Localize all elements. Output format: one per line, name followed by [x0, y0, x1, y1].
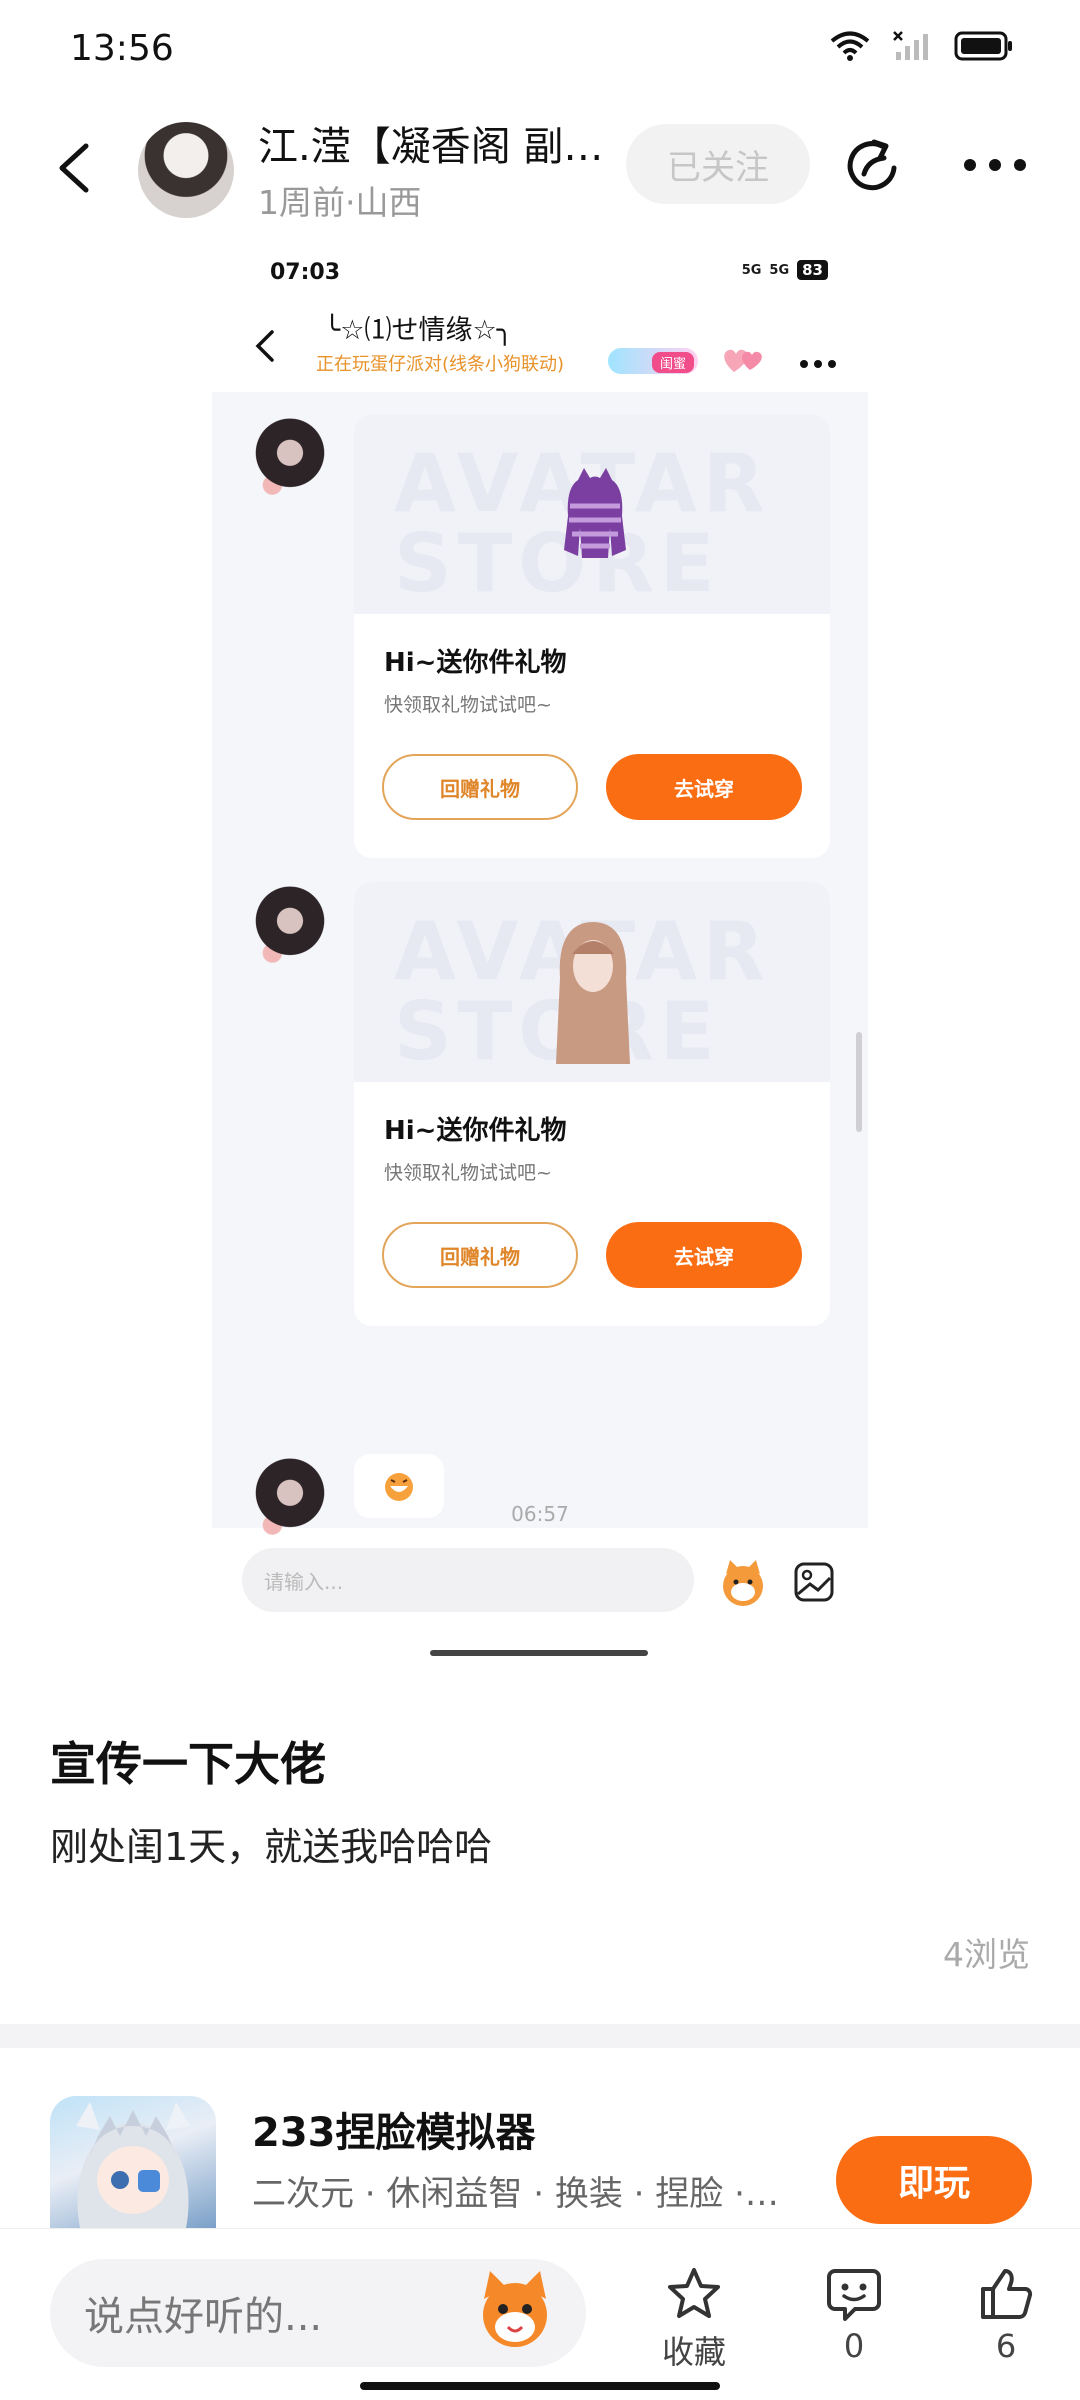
screenshot-back-icon [255, 330, 274, 362]
screenshot-signal-2: 5G [769, 262, 790, 278]
screenshot-message-input: 请输入... [242, 1548, 694, 1612]
comment-count: 0 [843, 2327, 865, 2365]
bottom-action-bar: 说点好听的... 收藏 0 6 [0, 2228, 1080, 2400]
wifi-icon [830, 31, 870, 61]
view-count: 4浏览 [943, 1935, 1030, 1974]
screenshot-relation-tag: 闺蜜 [652, 352, 695, 373]
game-name[interactable]: 233捏脸模拟器 [252, 2100, 536, 2158]
status-time: 13:56 [70, 28, 174, 69]
like-count: 6 [995, 2327, 1017, 2365]
screenshot-chat-title: ╰☆⑴せ情缘☆╮ [324, 315, 513, 346]
screenshot-chat-header: ╰☆⑴せ情缘☆╮ 正在玩蛋仔派对(线条小狗联动) 闺蜜 [212, 306, 868, 386]
screenshot-time: 07:03 [270, 260, 341, 285]
scrollbar-thumb [856, 1032, 862, 1132]
screenshot-status-bar: 07:03 5G 5G 83 [212, 246, 868, 296]
screenshot-home-indicator [430, 1650, 648, 1656]
game-tags: 二次元 · 休闲益智 · 换装 · 捏脸 ·… [252, 2174, 779, 2214]
screenshot-mascot-icon [723, 1560, 763, 1606]
gift-title: Hi~送你件礼物 [384, 1116, 567, 1146]
favorite-button[interactable]: 收藏 [644, 2265, 744, 2375]
hoodie-icon [564, 468, 626, 558]
no-signal-icon [893, 31, 928, 60]
laughing-emoji-icon [385, 1473, 413, 1501]
return-gift-button: 回赠礼物 [382, 1222, 578, 1288]
author-name[interactable]: 江.滢【凝香阁 副… [258, 114, 618, 172]
chat-timestamp: 06:57 [511, 1502, 569, 1526]
battery-icon [954, 31, 1012, 61]
game-card[interactable]: 233捏脸模拟器 二次元 · 休闲益智 · 换装 · 捏脸 ·… 即玩 [0, 2048, 1080, 2228]
gift-image: AVATAR STORE [354, 414, 830, 614]
follow-button[interactable]: 已关注 [626, 124, 810, 204]
screenshot-more-icon [800, 360, 836, 368]
screenshot-signal-1: 5G [741, 262, 762, 278]
star-icon [668, 2268, 720, 2318]
screenshot-battery: 83 [797, 260, 828, 280]
gift-card: AVATAR STORE Hi~送你件礼物 快领取礼物试试吧~ 回赠礼物 去试穿 [354, 882, 830, 1326]
try-on-button: 去试穿 [606, 754, 802, 820]
gift-subtitle: 快领取礼物试试吧~ [384, 1162, 552, 1184]
chat-avatar [246, 416, 334, 508]
comment-icon [827, 2269, 881, 2321]
play-button[interactable]: 即玩 [836, 2136, 1032, 2224]
share-icon[interactable] [842, 134, 906, 198]
wig-icon [556, 922, 630, 1064]
return-gift-button: 回赠礼物 [382, 754, 578, 820]
game-icon[interactable] [50, 2096, 216, 2228]
like-button[interactable]: 6 [956, 2265, 1056, 2375]
screenshot-chat-subtitle: 正在玩蛋仔派对(线条小狗联动) [316, 354, 565, 375]
try-on-button: 去试穿 [606, 1222, 802, 1288]
chat-avatar [246, 884, 334, 976]
author-avatar[interactable] [138, 122, 234, 218]
thumbs-up-icon [981, 2269, 1033, 2319]
mascot-emoji-icon[interactable] [470, 2265, 560, 2355]
gift-title: Hi~送你件礼物 [384, 648, 567, 678]
screenshot-image-icon [794, 1562, 834, 1602]
back-arrow-icon[interactable] [46, 138, 106, 198]
section-divider [0, 2024, 1080, 2048]
more-icon[interactable] [960, 150, 1030, 180]
post-screenshot-image[interactable]: 07:03 5G 5G 83 ╰☆⑴せ情缘☆╮ 正在玩蛋仔派对(线条小狗联动) … [212, 246, 868, 1676]
gift-subtitle: 快领取礼物试试吧~ [384, 694, 552, 716]
status-bar: 13:56 [0, 0, 1080, 100]
screenshot-chat-area: AVATAR STORE Hi~送你件礼物 快领取礼物试试吧~ 回赠礼物 去试穿… [212, 392, 868, 1548]
gift-card: AVATAR STORE Hi~送你件礼物 快领取礼物试试吧~ 回赠礼物 去试穿 [354, 414, 830, 858]
comment-button[interactable]: 0 [804, 2265, 904, 2375]
favorite-label: 收藏 [661, 2333, 726, 2371]
post-header: 江.滢【凝香阁 副… 1周前·山西 已关注 [0, 110, 1080, 230]
home-indicator [360, 2382, 720, 2390]
hearts-icon [724, 349, 762, 372]
post-meta: 1周前·山西 [258, 183, 422, 222]
post-title: 宣传一下大佬 [50, 1737, 326, 1791]
post-content: 刚处闺1天，就送我哈哈哈 [50, 1825, 493, 1869]
gift-image: AVATAR STORE [354, 882, 830, 1082]
